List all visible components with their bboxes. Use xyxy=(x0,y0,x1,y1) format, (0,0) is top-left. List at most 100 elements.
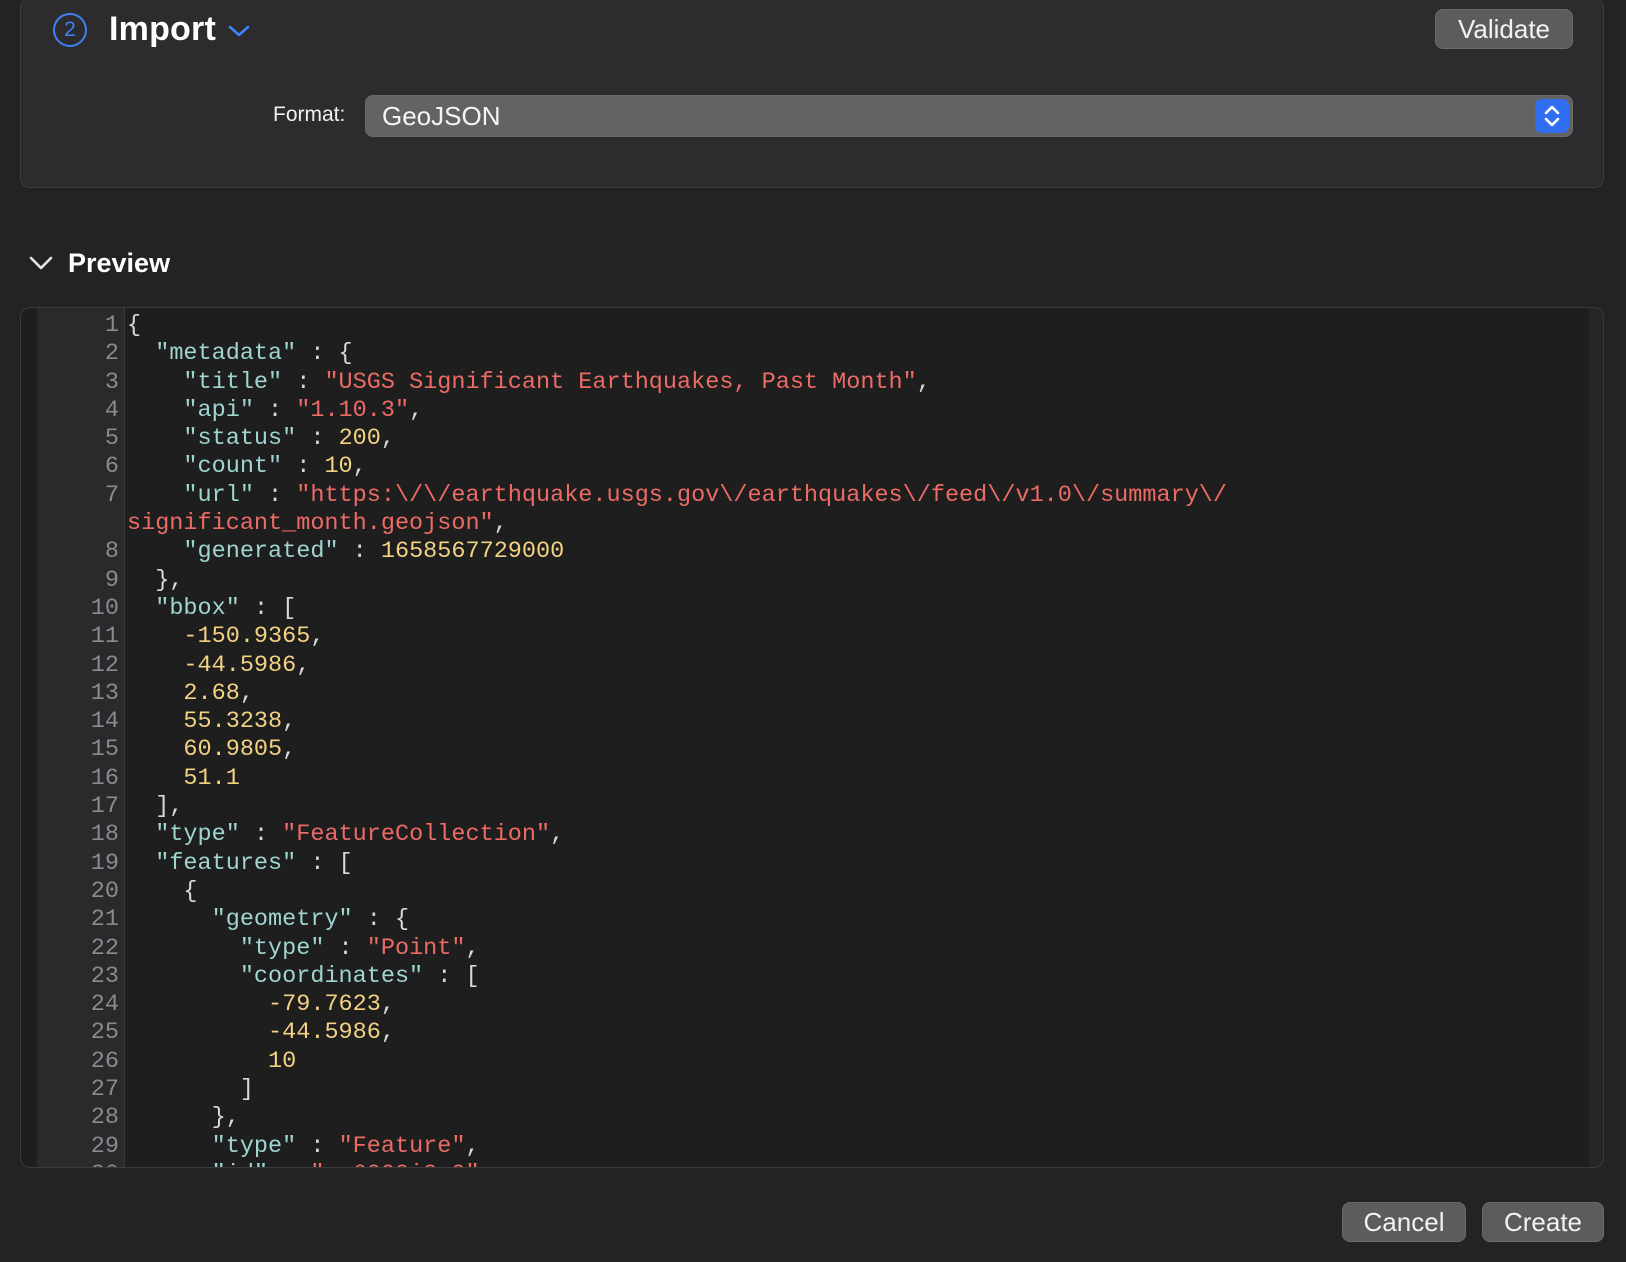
preview-disclosure-chevron-icon[interactable] xyxy=(28,254,54,272)
code-token: "url" xyxy=(183,481,254,509)
code-preview-editor[interactable]: 1 {2 "metadata" : {3 "title" : "USGS Sign… xyxy=(20,307,1604,1168)
code-token: "Feature" xyxy=(338,1132,466,1160)
code-token: "features" xyxy=(155,849,297,877)
line-number: 1 xyxy=(104,312,119,339)
code-token: "generated" xyxy=(183,538,339,566)
cancel-button[interactable]: Cancel xyxy=(1342,1202,1466,1242)
line-number: 20 xyxy=(90,877,119,905)
code-line: 3 "title" : "USGS Significant Earthquake… xyxy=(37,369,1577,397)
code-text: 55.3238, xyxy=(121,708,296,736)
code-token: 10 xyxy=(324,453,353,481)
format-select[interactable]: GeoJSON xyxy=(365,95,1573,137)
create-button[interactable]: Create xyxy=(1482,1202,1604,1242)
code-token: "count" xyxy=(183,453,283,481)
code-line: 30 "id" : "us6000i2v0", xyxy=(37,1161,1577,1167)
validate-button[interactable]: Validate xyxy=(1435,9,1573,49)
code-text: "features" : [ xyxy=(121,849,353,878)
line-number: 27 xyxy=(90,1076,119,1104)
code-token: "1.10.3" xyxy=(296,396,410,424)
code-text: ] xyxy=(121,1076,254,1104)
code-text: "type" : "FeatureCollection", xyxy=(121,821,564,849)
code-token: -44.5986 xyxy=(268,1019,381,1047)
code-token: : xyxy=(253,481,297,509)
line-number: 30 xyxy=(37,1161,121,1167)
code-token: -79.7623 xyxy=(268,991,381,1019)
code-text: "type" : "Point", xyxy=(121,935,480,963)
line-number: 13 xyxy=(90,679,119,707)
line-number: 4 xyxy=(104,396,119,424)
line-number: 18 xyxy=(90,821,119,849)
code-text: { xyxy=(121,312,141,340)
code-content: 1 {2 "metadata" : {3 "title" : "USGS Sign… xyxy=(37,312,1577,1167)
line-number: 9 xyxy=(104,566,119,594)
code-token: , xyxy=(282,708,297,736)
code-line: 25 -44.5986, xyxy=(37,1019,1577,1047)
code-token: 51.1 xyxy=(183,764,240,792)
code-text: "coordinates" : [ xyxy=(121,963,480,991)
line-number: 7 xyxy=(104,481,119,509)
select-stepper-icon[interactable] xyxy=(1535,99,1569,133)
code-text: "metadata" : { xyxy=(121,340,352,368)
line-number: 12 xyxy=(90,651,119,679)
code-line: 5 "status" : 200, xyxy=(37,425,1577,453)
code-token: : xyxy=(324,934,367,962)
chevron-down-icon[interactable] xyxy=(227,23,251,39)
vertical-scrollbar[interactable] xyxy=(1589,308,1603,1167)
code-line: 18 "type" : "FeatureCollection", xyxy=(37,821,1577,849)
code-line: 11 -150.9365, xyxy=(37,623,1577,651)
code-line: 6 "count" : 10, xyxy=(37,453,1577,481)
code-token: : xyxy=(239,821,283,849)
code-token: 1658567729000 xyxy=(380,538,565,566)
code-text: "api" : "1.10.3", xyxy=(121,397,423,425)
code-token: }, xyxy=(127,1104,240,1132)
code-token: : [ xyxy=(296,849,353,877)
code-text: significant_month.geojson", xyxy=(121,510,508,538)
code-line: 17 ], xyxy=(37,793,1577,821)
code-line: 28 }, xyxy=(37,1104,1577,1132)
code-line: 24 -79.7623, xyxy=(37,991,1577,1019)
line-number: 6 xyxy=(104,453,119,481)
code-token: 2.68 xyxy=(183,679,240,707)
code-token: "FeatureCollection" xyxy=(282,821,551,849)
code-token: -150.9365 xyxy=(183,623,311,651)
line-number: 3 xyxy=(104,368,119,396)
code-token: "coordinates" xyxy=(239,962,424,990)
code-line: 26 10 xyxy=(37,1048,1577,1076)
line-number: 10 xyxy=(90,594,119,622)
code-text: "geometry" : { xyxy=(121,906,409,934)
up-down-chevron-icon xyxy=(1544,105,1560,127)
code-line: 8 "generated" : 1658567729000 xyxy=(37,538,1577,566)
line-number: 17 xyxy=(90,793,119,821)
code-token: , xyxy=(465,934,480,962)
code-token: , xyxy=(916,368,931,396)
code-text: }, xyxy=(121,567,183,595)
code-token: , xyxy=(239,679,254,707)
code-token: , xyxy=(282,736,297,764)
code-line: 2 "metadata" : { xyxy=(37,340,1577,368)
code-token: ], xyxy=(127,793,184,821)
code-token: -44.5986 xyxy=(183,651,297,679)
code-line: 29 "type" : "Feature", xyxy=(37,1133,1577,1161)
code-token: : xyxy=(268,1161,310,1167)
line-number: 21 xyxy=(90,906,119,934)
code-line: 15 60.9805, xyxy=(37,736,1577,764)
code-token: : { xyxy=(352,906,410,934)
code-token: , xyxy=(380,1019,395,1047)
import-section: 2 Import Validate Format: GeoJSON xyxy=(20,0,1604,188)
code-text: 51.1 xyxy=(121,764,240,793)
code-line: 19 "features" : [ xyxy=(37,850,1577,878)
code-token: : xyxy=(282,453,325,481)
code-token: : xyxy=(296,1132,339,1160)
code-token: { xyxy=(127,312,142,339)
